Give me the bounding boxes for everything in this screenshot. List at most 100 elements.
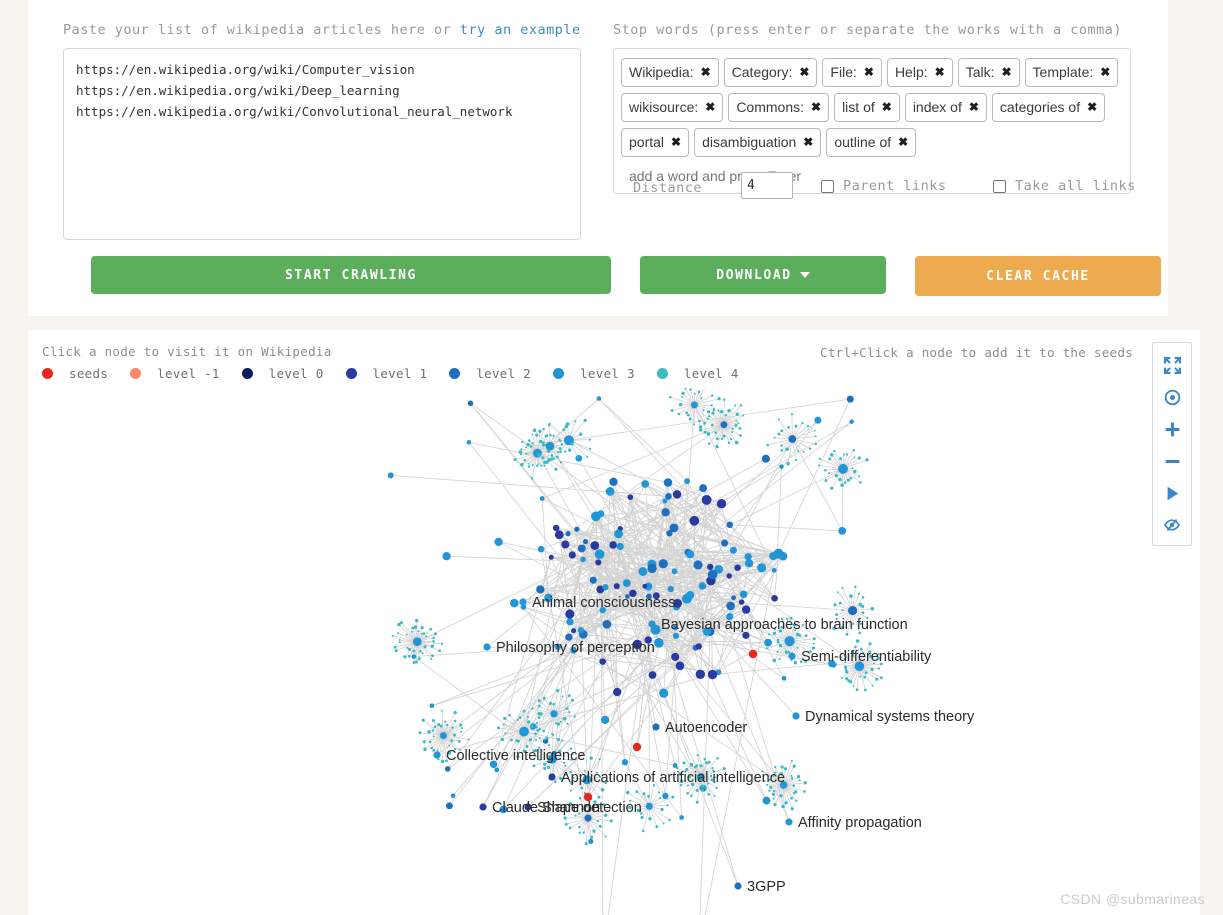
graph-node[interactable] [804, 634, 808, 638]
graph-node[interactable] [544, 435, 547, 438]
graph-node[interactable] [852, 685, 855, 687]
graph-node[interactable] [556, 737, 560, 742]
graph-node[interactable] [774, 766, 777, 769]
graph-node[interactable] [547, 744, 550, 747]
graph-node[interactable] [672, 490, 682, 499]
graph-node[interactable] [418, 731, 422, 735]
network-graph[interactable]: Animal consciousness Bayesian approaches … [28, 388, 1200, 915]
graph-node[interactable] [784, 636, 795, 647]
graph-node[interactable] [741, 605, 751, 614]
graph-node[interactable] [605, 487, 615, 496]
graph-node[interactable] [418, 650, 422, 653]
graph-node[interactable] [784, 650, 789, 654]
graph-node[interactable] [861, 611, 865, 614]
graph-node[interactable] [695, 669, 705, 679]
graph-node[interactable] [844, 668, 848, 671]
graph-node[interactable] [444, 720, 447, 723]
stop-word-tag[interactable]: File: ✖ [822, 58, 882, 87]
graph-node[interactable] [796, 646, 799, 649]
graph-node[interactable] [503, 716, 507, 720]
stop-word-tag[interactable]: Commons: ✖ [728, 93, 830, 122]
graph-node[interactable] [580, 556, 586, 563]
graph-node[interactable] [521, 440, 524, 444]
graph-node[interactable] [700, 788, 704, 792]
graph-node[interactable] [679, 815, 684, 820]
graph-node[interactable] [589, 576, 597, 584]
graph-node[interactable] [706, 432, 711, 436]
graph-node[interactable] [855, 639, 860, 643]
graph-node[interactable] [423, 645, 427, 649]
graph-node[interactable] [734, 423, 738, 427]
graph-node[interactable] [569, 789, 572, 792]
graph-node[interactable] [437, 723, 441, 727]
graph-node[interactable] [790, 759, 793, 762]
graph-node[interactable] [806, 424, 810, 428]
graph-node[interactable] [669, 396, 672, 399]
graph-node[interactable] [660, 807, 664, 812]
graph-node[interactable] [686, 591, 695, 600]
graph-node[interactable] [790, 774, 793, 777]
remove-tag-icon[interactable]: ✖ [864, 66, 874, 78]
graph-node[interactable] [851, 467, 854, 470]
graph-node[interactable] [414, 660, 418, 664]
graph-node[interactable] [554, 467, 558, 471]
graph-node[interactable] [645, 802, 653, 810]
graph-node[interactable] [537, 716, 541, 719]
graph-node[interactable] [794, 459, 798, 462]
graph-node[interactable] [552, 702, 556, 706]
graph-node[interactable] [500, 737, 505, 742]
graph-node[interactable] [561, 739, 564, 742]
graph-node[interactable] [516, 718, 519, 721]
graph-node[interactable] [686, 791, 690, 795]
graph-node[interactable] [539, 496, 545, 501]
graph-node[interactable] [812, 637, 816, 641]
graph-node[interactable] [613, 687, 622, 697]
graph-node[interactable] [773, 802, 777, 807]
graph-node[interactable] [839, 457, 843, 461]
distance-input[interactable] [741, 172, 793, 199]
graph-node[interactable] [771, 594, 778, 602]
graph-node[interactable] [494, 767, 500, 773]
graph-node[interactable] [526, 442, 530, 447]
remove-tag-icon[interactable]: ✖ [799, 66, 809, 78]
graph-node[interactable] [734, 440, 739, 445]
graph-node[interactable] [765, 647, 768, 650]
graph-node[interactable] [828, 457, 832, 461]
graph-node[interactable] [531, 433, 534, 436]
graph-node[interactable] [798, 779, 801, 782]
graph-node[interactable] [772, 797, 775, 800]
graph-node[interactable] [564, 822, 568, 826]
graph-node[interactable] [568, 711, 571, 714]
remove-tag-icon[interactable]: ✖ [1001, 66, 1011, 78]
urls-textarea[interactable]: https://en.wikipedia.org/wiki/Computer_v… [63, 48, 581, 240]
graph-node[interactable] [715, 437, 719, 441]
graph-node[interactable] [453, 710, 457, 715]
graph-node[interactable] [717, 397, 721, 401]
graph-node[interactable] [707, 793, 710, 796]
graph-node[interactable] [729, 438, 733, 441]
graph-node[interactable] [761, 454, 770, 463]
graph-node[interactable] [640, 815, 644, 819]
graph-node[interactable] [724, 414, 727, 417]
graph-node[interactable] [662, 822, 665, 825]
graph-node[interactable] [779, 464, 784, 469]
remove-tag-icon[interactable]: ✖ [811, 101, 821, 113]
graph-node[interactable] [803, 790, 806, 793]
graph-node[interactable] [566, 722, 569, 725]
graph-node[interactable] [621, 759, 629, 766]
graph-node[interactable] [417, 657, 421, 661]
graph-node[interactable] [861, 605, 865, 608]
graph-node[interactable] [532, 428, 537, 433]
graph-node[interactable] [575, 454, 583, 462]
graph-node[interactable] [573, 715, 576, 718]
graph-node[interactable] [393, 645, 397, 649]
graph-node[interactable] [552, 434, 555, 437]
graph-node[interactable] [840, 483, 844, 487]
graph-node[interactable] [543, 464, 546, 467]
graph-node[interactable] [582, 538, 589, 545]
graph-node[interactable] [549, 433, 552, 437]
graph-node[interactable] [671, 795, 675, 799]
remove-tag-icon[interactable]: ✖ [969, 101, 979, 113]
graph-node[interactable] [707, 415, 711, 418]
graph-node[interactable] [648, 817, 652, 821]
